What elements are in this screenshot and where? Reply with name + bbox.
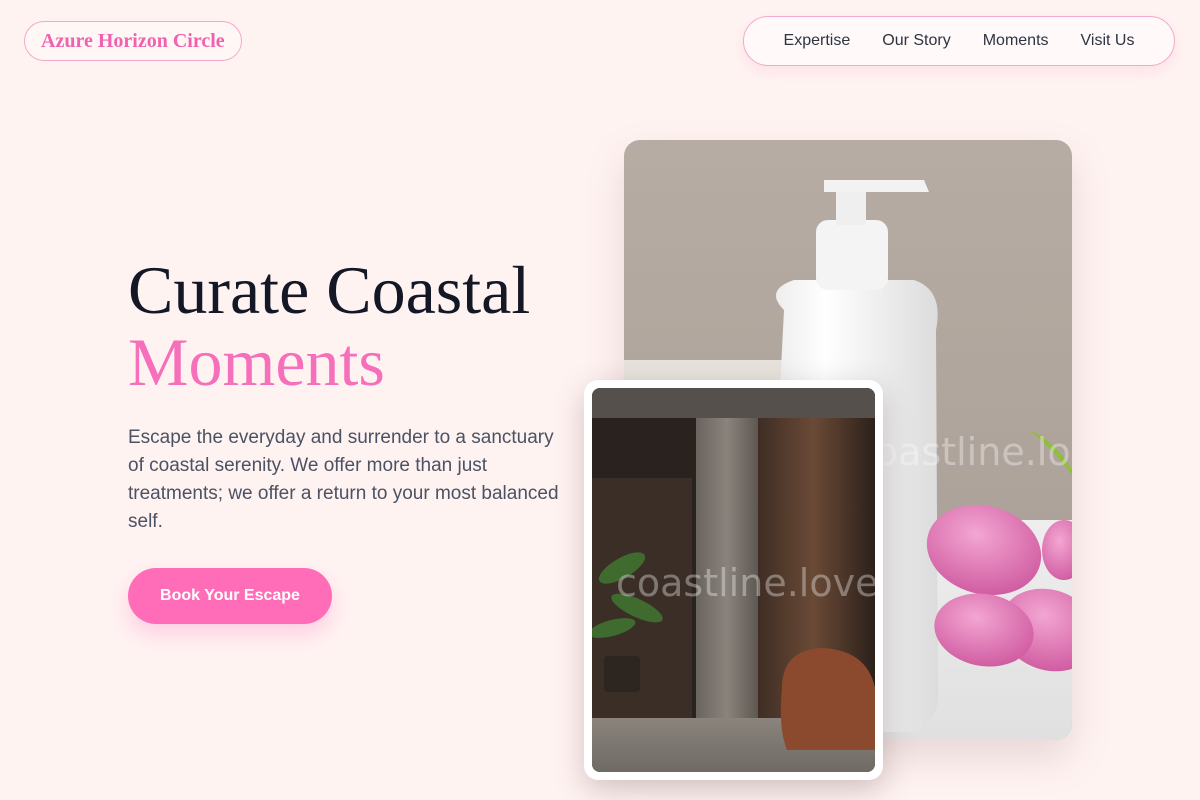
main-nav: Expertise Our Story Moments Visit Us bbox=[743, 16, 1175, 66]
hero-title-line1: Curate Coastal bbox=[128, 252, 531, 328]
brand-logo[interactable]: Azure Horizon Circle bbox=[24, 21, 242, 61]
inset-photo-watermark: coastline.love bbox=[616, 561, 875, 605]
hero-title-accent: Moments bbox=[128, 324, 385, 400]
nav-item-our-story[interactable]: Our Story bbox=[866, 32, 966, 50]
nav-item-expertise[interactable]: Expertise bbox=[768, 32, 867, 50]
spa-interior-photo-frame: coastline.love bbox=[584, 380, 883, 780]
hero-description: Escape the everyday and surrender to a s… bbox=[128, 427, 559, 532]
book-escape-button[interactable]: Book Your Escape bbox=[128, 568, 332, 624]
hero-title: Curate Coastal Moments bbox=[128, 254, 530, 398]
nav-item-visit-us[interactable]: Visit Us bbox=[1065, 32, 1151, 50]
nav-item-moments[interactable]: Moments bbox=[967, 32, 1065, 50]
main-photo-watermark: coastline.love bbox=[854, 430, 1072, 474]
spa-interior-photo: coastline.love bbox=[592, 388, 875, 772]
